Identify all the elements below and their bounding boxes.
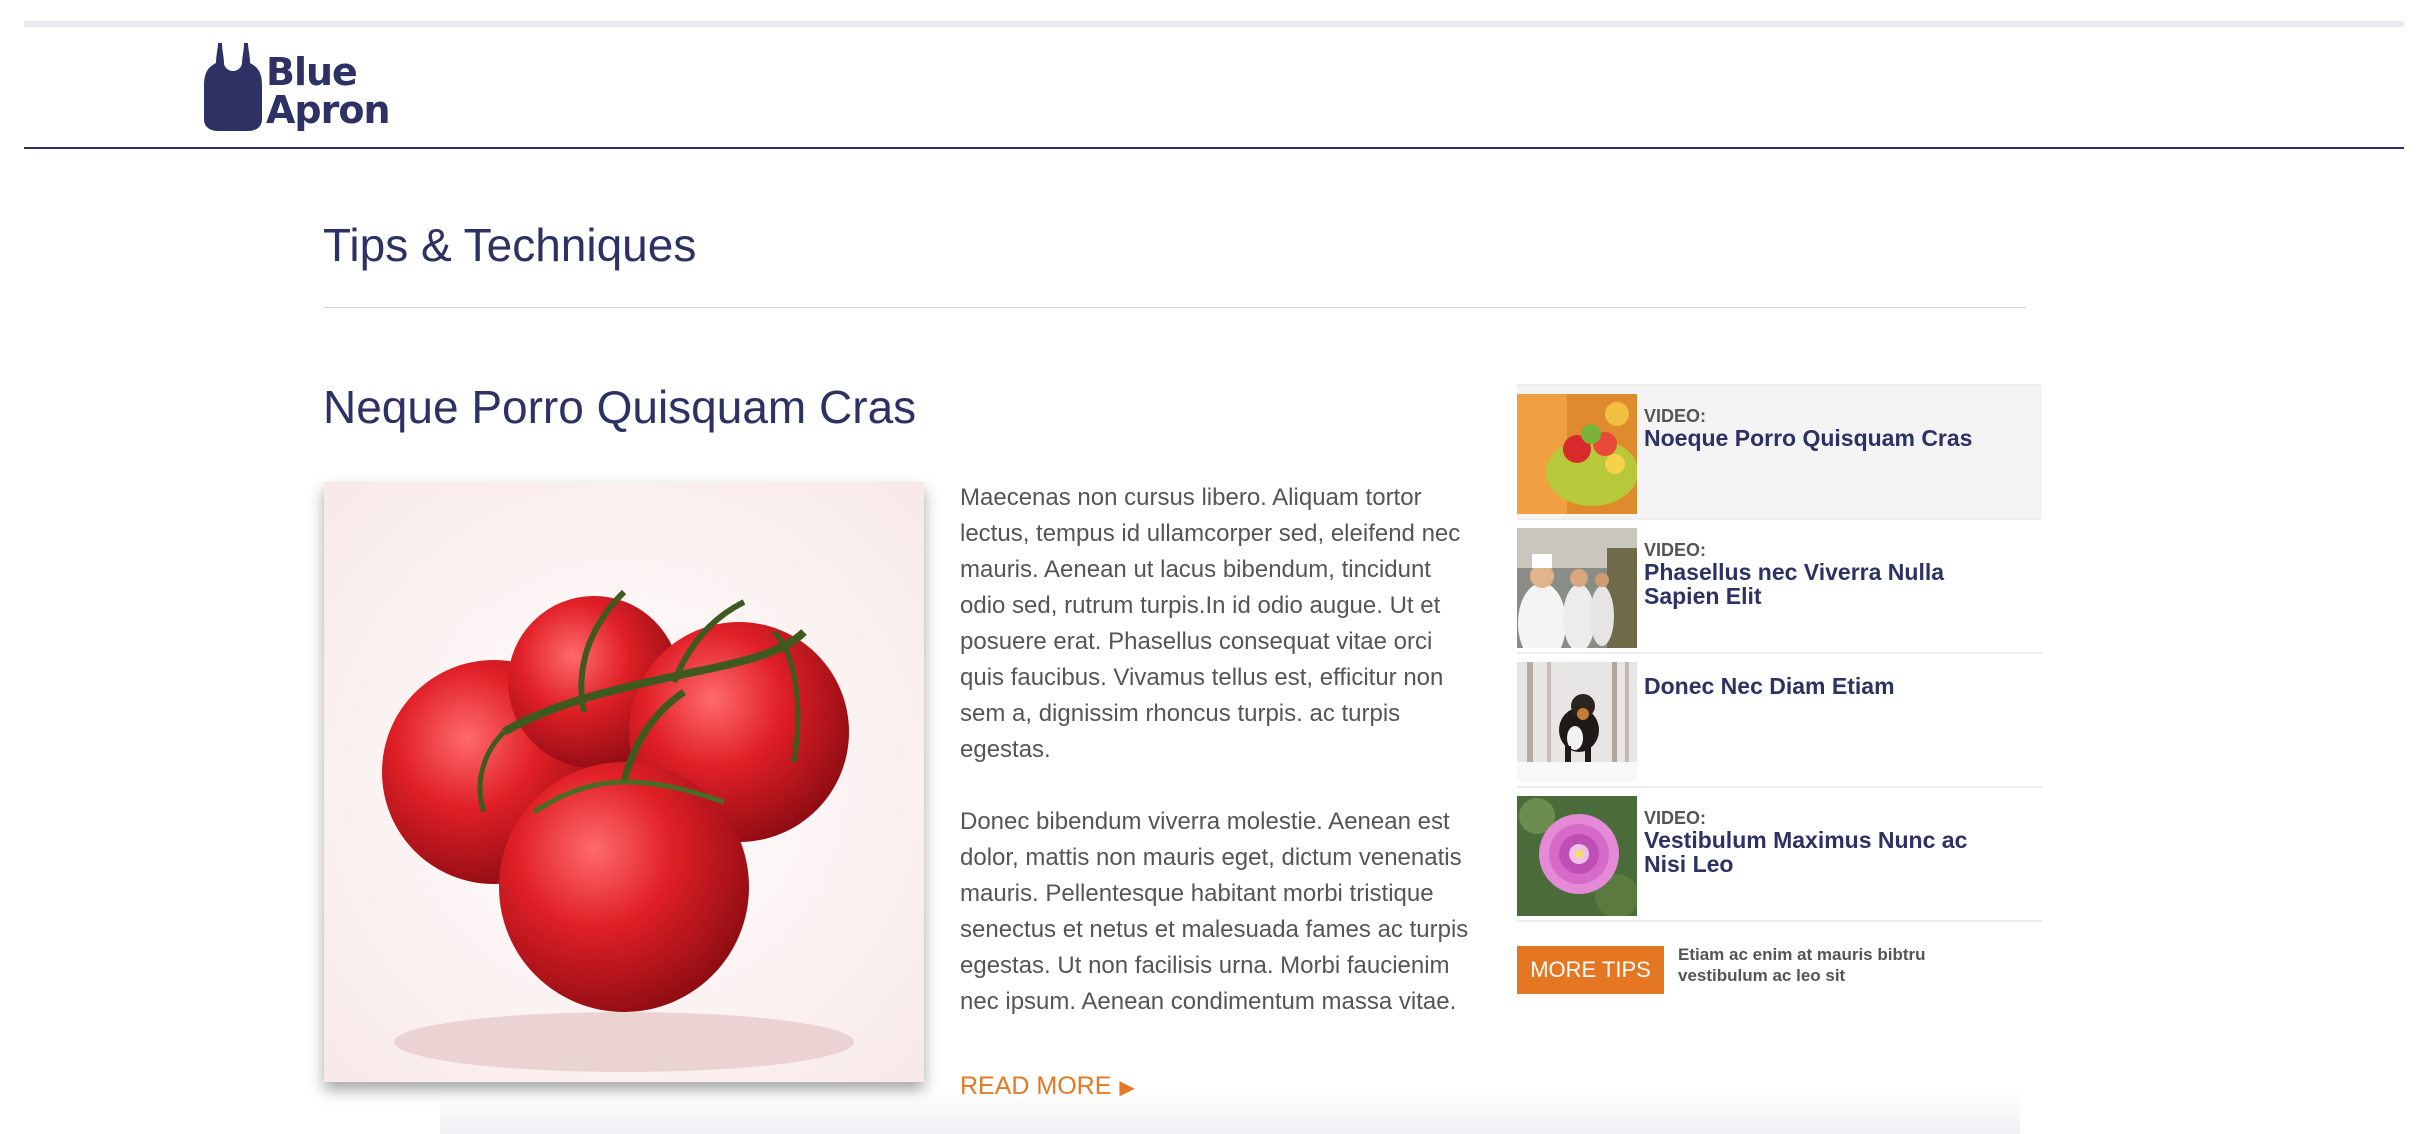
video-kicker: VIDEO:	[1644, 808, 1707, 828]
sidebar-item[interactable]: VIDEO: Noeque Porro Quisquam Cras	[1517, 384, 2042, 520]
page-title: Tips & Techniques	[323, 219, 697, 271]
sidebar-item-title[interactable]: Vestibulum Maximus Nunc ac Nisi Leo	[1644, 828, 2004, 876]
dahlia-thumbnail	[1517, 796, 1637, 916]
chefs-photo-icon	[1517, 528, 1637, 648]
video-kicker: VIDEO:	[1644, 406, 1707, 426]
article-paragraph-1: Maecenas non cursus libero. Aliquam tort…	[960, 484, 1461, 763]
more-tips-note: Etiam ac enim at mauris bibtru vestibulu…	[1678, 945, 1926, 985]
bottom-fade	[440, 1090, 2020, 1134]
dog-thumbnail	[1517, 662, 1637, 782]
tomatoes-photo-icon	[324, 482, 924, 1082]
article-paragraph-2: Donec bibendum viverra molestie. Aenean …	[960, 808, 1469, 1015]
fruit-bowl-photo-icon	[1517, 394, 1637, 514]
chefs-thumbnail	[1517, 528, 1637, 648]
more-tips-row: MORE TIPS Etiam ac enim at mauris bibtru…	[1517, 945, 2042, 1026]
article-title[interactable]: Neque Porro Quisquam Cras	[323, 380, 916, 434]
title-divider	[323, 307, 2026, 308]
logo-line-1: Blue	[266, 50, 358, 94]
article-image[interactable]	[324, 482, 924, 1082]
apron-icon	[204, 43, 262, 131]
sidebar-item-title[interactable]: Noeque Porro Quisquam Cras	[1644, 426, 2004, 450]
site-header: Blue Apron	[24, 27, 2404, 149]
sidebar-item[interactable]: VIDEO: Vestibulum Maximus Nunc ac Nisi L…	[1517, 788, 2042, 922]
sidebar-item-title[interactable]: Phasellus nec Viverra Nulla Sapien Elit	[1644, 560, 2004, 608]
sidebar-item[interactable]: VIDEO: Phasellus nec Viverra Nulla Sapie…	[1517, 520, 2042, 654]
logo-wordmark: Blue Apron	[266, 50, 391, 132]
sidebar-item[interactable]: Donec Nec Diam Etiam	[1517, 654, 2042, 788]
pink-dahlia-photo-icon	[1517, 796, 1637, 916]
article-body: Maecenas non cursus libero. Aliquam tort…	[960, 480, 1470, 1056]
tips-sidebar: VIDEO: Noeque Porro Quisquam Cras VIDEO:…	[1517, 384, 2042, 1026]
more-tips-button[interactable]: MORE TIPS	[1517, 946, 1664, 994]
sidebar-item-title[interactable]: Donec Nec Diam Etiam	[1644, 674, 2004, 698]
fruit-bowl-thumbnail	[1517, 394, 1637, 514]
video-kicker: VIDEO:	[1644, 540, 1707, 560]
dog-in-snow-photo-icon	[1517, 662, 1637, 782]
logo-line-2: Apron	[266, 88, 391, 132]
blue-apron-logo[interactable]: Blue Apron	[202, 41, 422, 141]
